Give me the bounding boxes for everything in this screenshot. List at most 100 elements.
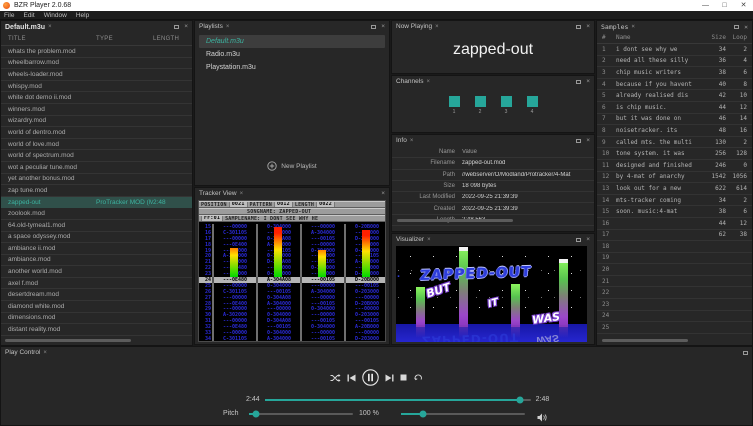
close-panel-icon[interactable]: × xyxy=(184,22,188,32)
playlist-row[interactable]: zoolook.mod xyxy=(1,208,192,220)
sample-row[interactable]: 6 is chip music. 44 12 xyxy=(597,102,752,114)
tab-close-icon[interactable]: × xyxy=(427,235,431,245)
sample-row[interactable]: 11 designed and finished 246 0 xyxy=(597,160,752,172)
sample-row[interactable]: 8 noisetracker. its 48 16 xyxy=(597,125,752,137)
playlist-row[interactable]: white dot demo ii.mod xyxy=(1,92,192,104)
playlist-item[interactable]: Radio.m3u xyxy=(199,48,385,61)
playlist-row[interactable]: wizardry.mod xyxy=(1,116,192,128)
close-panel-icon[interactable]: × xyxy=(744,22,748,32)
tab-close-icon[interactable]: × xyxy=(426,77,430,87)
playlist-item[interactable]: Playstation.m3u xyxy=(199,61,385,74)
playlist-row[interactable]: another world.mod xyxy=(1,266,192,278)
playlist-row[interactable]: diamond white.mod xyxy=(1,301,192,313)
menu-item[interactable]: File xyxy=(4,12,14,19)
playlist-row[interactable]: yet another bonus.mod xyxy=(1,174,192,186)
pause-button[interactable] xyxy=(362,369,379,386)
playlist-row[interactable]: wheels-loader.mod xyxy=(1,69,192,81)
sample-row[interactable]: 15 soon. music:4-mat 38 6 xyxy=(597,206,752,218)
sample-row[interactable]: 21 xyxy=(597,276,752,288)
playlist-row[interactable]: dimensions.mod xyxy=(1,313,192,325)
column-size[interactable]: Size xyxy=(699,34,726,41)
sample-row[interactable]: 18 xyxy=(597,241,752,253)
playlist-row[interactable]: ambiance ii.mod xyxy=(1,243,192,255)
channel-toggle[interactable]: 1 xyxy=(449,96,460,115)
tab-close-icon[interactable]: × xyxy=(435,22,439,32)
seek-slider[interactable] xyxy=(265,399,531,401)
playlist-row[interactable]: whats the problem.mod xyxy=(1,46,192,58)
playlist-row[interactable]: wheelbarrow.mod xyxy=(1,58,192,70)
playlist-row[interactable]: 64.old-tymeal1.mod xyxy=(1,220,192,232)
menu-item[interactable]: Edit xyxy=(23,12,34,19)
float-panel-icon[interactable] xyxy=(734,25,739,29)
playlist-row[interactable]: world of love.mod xyxy=(1,139,192,151)
sample-row[interactable]: 23 xyxy=(597,299,752,311)
sample-row[interactable]: 5 already realised dis 42 10 xyxy=(597,90,752,102)
playlist-row[interactable]: winners.mod xyxy=(1,104,192,116)
seek-handle[interactable] xyxy=(516,396,523,403)
next-button[interactable] xyxy=(385,374,394,382)
sample-row[interactable]: 24 xyxy=(597,311,752,323)
volume-handle[interactable] xyxy=(420,411,427,418)
float-panel-icon[interactable] xyxy=(371,25,376,29)
tab-close-icon[interactable]: × xyxy=(631,22,635,32)
column-num[interactable]: # xyxy=(597,34,616,41)
playlist-row[interactable]: desertdream.mod xyxy=(1,289,192,301)
column-name[interactable]: Name xyxy=(616,34,699,41)
float-panel-icon[interactable] xyxy=(576,80,581,84)
pitch-slider[interactable] xyxy=(249,413,353,415)
channel-toggle[interactable]: 3 xyxy=(501,96,512,115)
tab-close-icon[interactable]: × xyxy=(240,189,244,199)
tab-close-icon[interactable]: × xyxy=(226,22,230,32)
column-type[interactable]: TYPE xyxy=(96,36,153,42)
info-name-column[interactable]: Name xyxy=(392,149,462,155)
sample-row[interactable]: 7 but it was done on 46 14 xyxy=(597,114,752,126)
volume-slider[interactable] xyxy=(401,413,525,415)
playlist-row[interactable]: wot a peculiar tune.mod xyxy=(1,162,192,174)
float-panel-icon[interactable] xyxy=(576,139,581,143)
sample-row[interactable]: 4 because if you havent 40 8 xyxy=(597,79,752,91)
sample-row[interactable]: 22 xyxy=(597,287,752,299)
column-length[interactable]: LENGTH xyxy=(153,36,192,42)
tab-close-icon[interactable]: × xyxy=(43,348,47,358)
sample-row[interactable]: 14 mts-tracker coming 34 2 xyxy=(597,195,752,207)
close-panel-icon[interactable]: × xyxy=(586,235,590,245)
playlist-row[interactable]: zapped-out ProTracker MOD (M.K.) 2:48 xyxy=(1,197,192,209)
float-panel-icon[interactable] xyxy=(743,351,748,355)
playlist-row[interactable]: world of dentro.mod xyxy=(1,127,192,139)
channel-toggle[interactable]: 2 xyxy=(475,96,486,115)
maximize-button[interactable]: □ xyxy=(715,0,734,11)
info-horizontal-scrollbar[interactable] xyxy=(397,219,513,222)
close-panel-icon[interactable]: × xyxy=(586,136,590,146)
playlist-tab[interactable]: Default.m3u xyxy=(5,24,45,31)
sample-row[interactable]: 1 i dont see why we 34 2 xyxy=(597,44,752,56)
tab-close-icon[interactable]: × xyxy=(410,136,414,146)
column-loop[interactable]: Loop xyxy=(726,34,752,41)
menu-item[interactable]: Help xyxy=(76,12,89,19)
samples-horizontal-scrollbar[interactable] xyxy=(602,339,688,342)
sample-row[interactable]: 16 44 12 xyxy=(597,218,752,230)
sample-row[interactable]: 25 xyxy=(597,322,752,334)
tab-close-icon[interactable]: × xyxy=(48,22,52,32)
sample-row[interactable]: 19 xyxy=(597,253,752,265)
playlist-item[interactable]: Default.m3u xyxy=(199,35,385,48)
playlist-row[interactable]: axel f.mod xyxy=(1,278,192,290)
menu-item[interactable]: Window xyxy=(44,12,67,19)
close-panel-icon[interactable]: × xyxy=(586,22,590,32)
close-panel-icon[interactable]: × xyxy=(381,189,385,199)
sample-row[interactable]: 12 by 4-mat of anarchy 1542 1056 xyxy=(597,172,752,184)
sample-row[interactable]: 2 need all these silly 36 4 xyxy=(597,56,752,68)
shuffle-button[interactable] xyxy=(330,374,341,382)
sample-row[interactable]: 10 tone system. it was 256 128 xyxy=(597,148,752,160)
column-title[interactable]: TITLE xyxy=(8,36,96,42)
pitch-handle[interactable] xyxy=(253,411,260,418)
float-panel-icon[interactable] xyxy=(174,25,179,29)
playlist-row[interactable]: a space odyssey.mod xyxy=(1,232,192,244)
close-panel-icon[interactable]: × xyxy=(586,77,590,87)
minimize-button[interactable]: — xyxy=(696,0,715,11)
volume-button[interactable] xyxy=(537,409,547,426)
info-value-column[interactable]: Value xyxy=(462,149,594,155)
float-panel-icon[interactable] xyxy=(576,25,581,29)
float-panel-icon[interactable] xyxy=(576,238,581,242)
sample-row[interactable]: 20 xyxy=(597,264,752,276)
playlist-row[interactable]: zap tune.mod xyxy=(1,185,192,197)
